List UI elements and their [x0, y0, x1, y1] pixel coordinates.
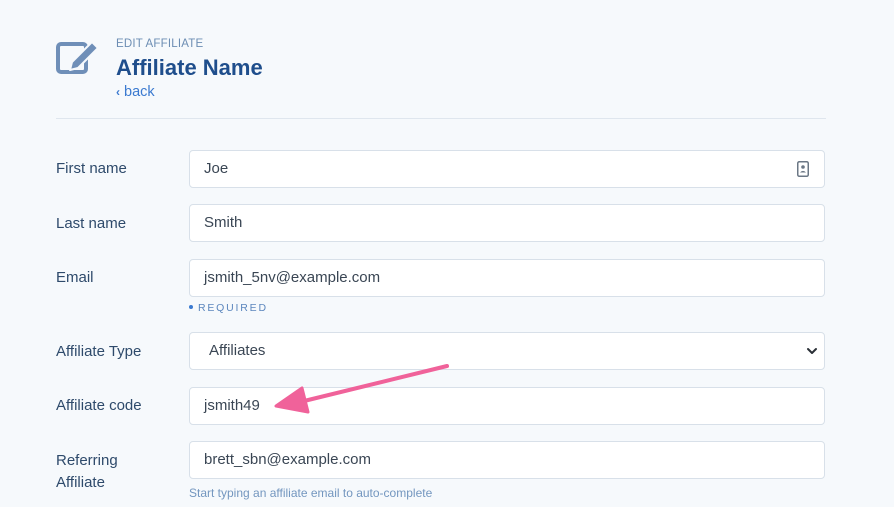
contact-card-icon[interactable]	[797, 161, 809, 177]
email-input[interactable]: jsmith_5nv@example.com	[189, 259, 825, 297]
first-name-value: Joe	[204, 160, 229, 177]
first-name-label: First name	[56, 160, 127, 177]
affiliate-type-selected: Affiliates	[209, 342, 266, 359]
edit-icon	[56, 41, 99, 74]
affiliate-code-value: jsmith49	[204, 397, 260, 414]
referring-affiliate-label: Referring Affiliate	[56, 450, 118, 494]
chevron-down-icon	[807, 348, 817, 354]
affiliate-code-label: Affiliate code	[56, 397, 142, 414]
referring-affiliate-value: brett_sbn@example.com	[204, 451, 371, 468]
last-name-label: Last name	[56, 215, 127, 232]
header-divider	[56, 118, 826, 119]
required-text: REQUIRED	[198, 302, 268, 314]
page-eyebrow: EDIT AFFILIATE	[116, 38, 204, 50]
affiliate-type-label: Affiliate Type	[56, 343, 142, 360]
affiliate-code-input[interactable]: jsmith49	[189, 387, 825, 425]
email-label: Email	[56, 269, 94, 286]
chevron-left-icon: ‹	[116, 85, 120, 99]
referring-affiliate-label-line1: Referring	[56, 452, 118, 469]
bullet-dot-icon	[189, 305, 193, 310]
back-label: back	[124, 84, 155, 100]
referring-affiliate-label-line2: Affiliate	[56, 474, 105, 491]
referring-affiliate-input[interactable]: brett_sbn@example.com	[189, 441, 825, 479]
page-title: Affiliate Name	[116, 55, 263, 80]
back-link[interactable]: ‹ back	[116, 84, 155, 100]
email-value: jsmith_5nv@example.com	[204, 269, 381, 286]
referring-affiliate-hint: Start typing an affiliate email to auto-…	[189, 486, 433, 500]
required-note: REQUIRED	[189, 302, 268, 314]
last-name-value: Smith	[204, 214, 243, 231]
affiliate-type-select[interactable]: Affiliates	[189, 332, 825, 370]
first-name-input[interactable]: Joe	[189, 150, 825, 188]
last-name-input[interactable]: Smith	[189, 204, 825, 242]
